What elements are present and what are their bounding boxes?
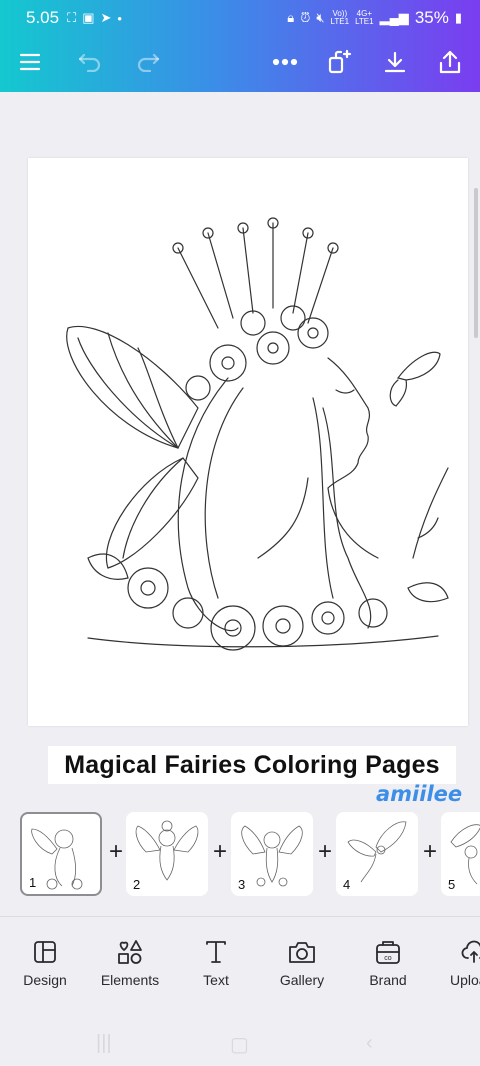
menu-icon[interactable] <box>12 44 48 80</box>
canvas-scrollbar[interactable] <box>474 188 478 338</box>
battery-icon: ▮ <box>454 10 462 25</box>
text-icon <box>173 938 259 966</box>
undo-icon[interactable] <box>72 44 108 80</box>
network-indicator: Vo)) LTE1 <box>330 9 350 26</box>
design-title: Magical Fairies Coloring Pages <box>64 750 440 779</box>
page-number: 5 <box>448 877 456 892</box>
nav-label: Design <box>23 972 67 988</box>
battery-level: 35% <box>414 8 449 27</box>
add-page-button[interactable]: + <box>315 840 335 864</box>
signature-text[interactable]: amiilee <box>376 782 462 806</box>
nav-label: Text <box>203 972 229 988</box>
more-icon[interactable] <box>267 44 303 80</box>
status-time: 5.05 <box>26 8 60 27</box>
dot-icon: • <box>117 10 122 26</box>
network-type: 4G+ LTE1 <box>355 9 374 26</box>
page-thumbnail-1[interactable]: 1 <box>20 812 102 896</box>
design-canvas: Magical Fairies Coloring Pages amiilee <box>0 92 480 806</box>
nav-elements[interactable]: Elements <box>87 938 173 988</box>
design-icon <box>2 938 88 966</box>
lock-icon: 🔒︎ <box>287 10 295 25</box>
status-bar: 5.05 ⛶ ▣ ➤ • 🔒︎ ⏰︎ 🔇︎ Vo)) LTE1 4G+ LTE1 ▂… <box>26 8 462 28</box>
app-header: 5.05 ⛶ ▣ ➤ • 🔒︎ ⏰︎ 🔇︎ Vo)) LTE1 4G+ LTE1 ▂… <box>0 0 480 92</box>
bottom-navigation: Design Elements Text Gallery co Brand Up… <box>0 920 480 1022</box>
nav-label: Uploa <box>450 972 480 988</box>
nav-gallery[interactable]: Gallery <box>259 938 345 988</box>
svg-text:co: co <box>384 955 392 962</box>
screenshot-icon: ⛶ <box>67 10 77 25</box>
share-icon[interactable] <box>432 44 468 80</box>
mute-icon: 🔇︎ <box>316 10 325 25</box>
camera-icon <box>259 938 345 966</box>
brand-icon: co <box>345 938 431 966</box>
page-number: 3 <box>238 877 246 892</box>
add-page-button[interactable]: + <box>210 840 230 864</box>
signal-icon: ▂▄▆ <box>379 10 409 25</box>
redo-icon[interactable] <box>130 44 166 80</box>
nav-label: Gallery <box>279 972 325 988</box>
design-page[interactable] <box>28 158 468 726</box>
gallery-icon: ▣ <box>82 10 95 25</box>
page-thumbnail-2[interactable]: 2 <box>126 812 208 896</box>
add-page-button[interactable]: + <box>420 840 440 864</box>
editor-toolbar <box>0 44 480 80</box>
download-icon[interactable] <box>377 44 413 80</box>
upload-icon <box>431 938 480 966</box>
elements-icon <box>87 938 173 966</box>
add-page-button[interactable]: + <box>106 840 126 864</box>
page-thumbnail-4[interactable]: 4 <box>336 812 418 896</box>
page-thumbnails: 1 + 2 + 3 + 4 + 5 <box>0 806 480 902</box>
page-number: 4 <box>343 877 351 892</box>
design-title-text[interactable]: Magical Fairies Coloring Pages <box>48 746 456 784</box>
system-navigation: ||| ▢ ‹ <box>0 1022 480 1066</box>
page-thumbnail-5[interactable]: 5 <box>441 812 480 896</box>
page-thumbnail-3[interactable]: 3 <box>231 812 313 896</box>
nav-label: Brand <box>369 972 407 988</box>
nav-text[interactable]: Text <box>173 938 259 988</box>
telegram-icon: ➤ <box>100 10 112 25</box>
back-icon[interactable]: ‹ <box>366 1032 373 1055</box>
nav-brand[interactable]: co Brand <box>345 938 431 988</box>
fairy-illustration <box>66 217 449 651</box>
alarm-icon: ⏰︎ <box>300 10 311 25</box>
divider <box>0 916 480 917</box>
nav-label: Elements <box>100 972 160 988</box>
page-number: 2 <box>133 877 141 892</box>
home-icon[interactable]: ▢ <box>230 1032 249 1057</box>
magic-resize-icon[interactable] <box>322 44 358 80</box>
nav-uploads[interactable]: Uploa <box>431 938 480 988</box>
page-number: 1 <box>29 875 37 890</box>
recents-icon[interactable]: ||| <box>96 1032 112 1055</box>
nav-design[interactable]: Design <box>2 938 88 988</box>
